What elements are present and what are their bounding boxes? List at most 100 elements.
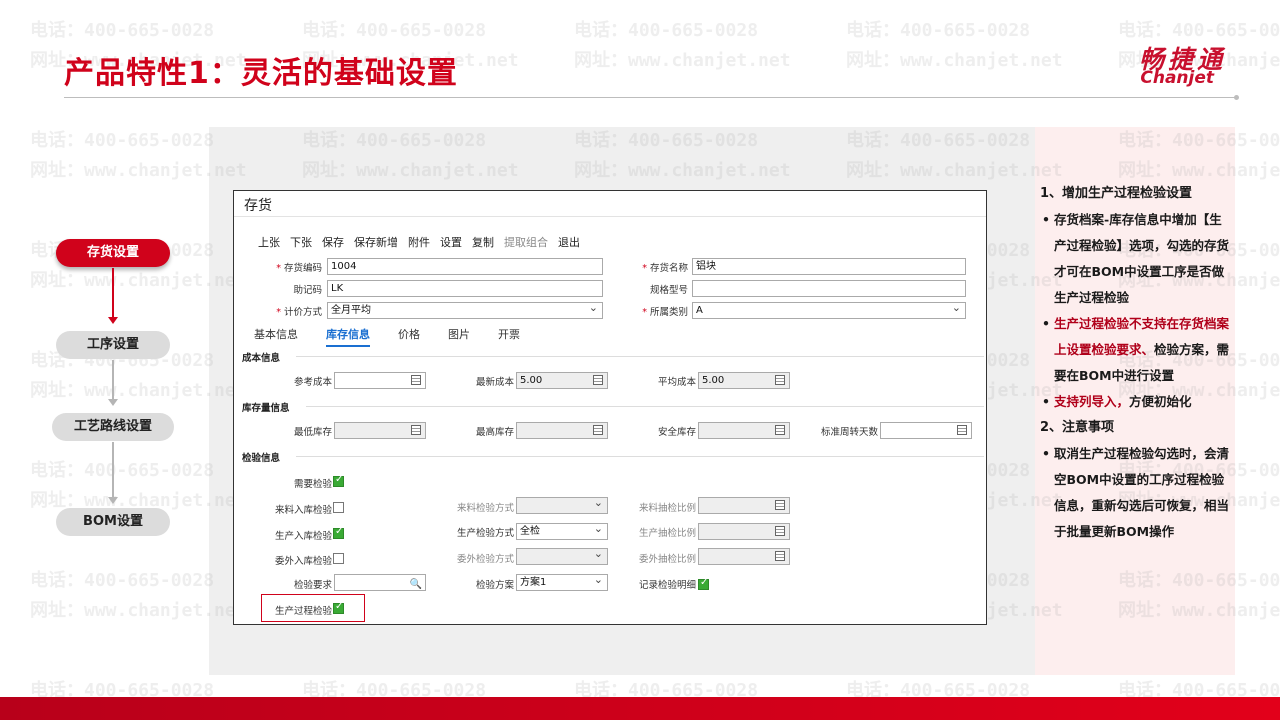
prev-button[interactable]: 上张: [258, 234, 280, 250]
note-bullet-3: 支持列导入，方便初始化: [1040, 389, 1230, 415]
calculator-icon: [775, 500, 785, 510]
mnemonic-label: 助记码: [293, 285, 322, 296]
calculator-icon: [593, 375, 603, 385]
tab-basic-info[interactable]: 基本信息: [254, 326, 298, 347]
tab-price[interactable]: 价格: [398, 326, 420, 347]
stock-section-title: 库存量信息: [242, 403, 290, 414]
toolbar: 上张 下张 保存 保存新增 附件 设置 复制 提取组合 退出: [258, 234, 580, 250]
extract-combo-button[interactable]: 提取组合: [504, 234, 548, 250]
inspection-section-title: 检验信息: [242, 453, 281, 464]
cost-section-title: 成本信息: [242, 353, 281, 364]
max-stock-label: 最高库存: [475, 427, 514, 438]
need-inspection-label: 需要检验: [293, 479, 332, 490]
process-inspection-checkbox[interactable]: [333, 601, 344, 614]
record-detail-label: 记录检验明细: [638, 580, 696, 591]
cost-method-select[interactable]: 全月平均: [327, 300, 603, 319]
code-label: 存货编码: [264, 260, 322, 274]
notes-panel: 1、增加生产过程检验设置 存货档案-库存信息中增加【生产过程检验】选项，勾选的存…: [1040, 181, 1230, 545]
tab-image[interactable]: 图片: [448, 326, 470, 347]
safe-stock-input: [698, 422, 790, 439]
search-icon[interactable]: 🔍: [410, 577, 422, 592]
incoming-ratio-label: 来料抽检比例: [638, 503, 696, 514]
inventory-window: 存货 上张 下张 保存 保存新增 附件 设置 复制 提取组合 退出 存货编码 1…: [233, 190, 987, 625]
calculator-icon: [411, 425, 421, 435]
mnemonic-input[interactable]: LK: [327, 280, 603, 297]
incoming-inspection-label: 来料入库检验: [274, 505, 332, 516]
calculator-icon: [775, 551, 785, 561]
outsource-inspection-label: 委外入库检验: [274, 556, 332, 567]
flow-arrow: [108, 360, 118, 406]
calculator-icon: [593, 425, 603, 435]
min-stock-input: [334, 422, 426, 439]
save-new-button[interactable]: 保存新增: [354, 234, 398, 250]
window-title-divider: [234, 216, 986, 217]
section-divider: [296, 356, 984, 357]
ref-cost-input[interactable]: [334, 372, 426, 389]
flow-step-inventory[interactable]: 存货设置: [56, 239, 170, 267]
flow-arrow: [108, 442, 118, 504]
outsource-inspection-checkbox[interactable]: [333, 553, 344, 564]
category-select[interactable]: A: [692, 300, 966, 319]
production-method-label: 生产检验方式: [456, 528, 514, 539]
production-method-select[interactable]: 全检: [516, 521, 608, 540]
flow-step-routing[interactable]: 工艺路线设置: [52, 413, 174, 441]
production-inspection-checkbox[interactable]: [333, 526, 344, 539]
calculator-icon[interactable]: [411, 375, 421, 385]
calculator-icon: [775, 375, 785, 385]
requirement-input[interactable]: 🔍: [334, 574, 426, 591]
note-bullet-3-rest: 方便初始化: [1129, 394, 1192, 409]
need-inspection-checkbox[interactable]: [333, 474, 344, 487]
flow-step-process[interactable]: 工序设置: [56, 331, 170, 359]
section-divider: [306, 406, 984, 407]
flow-step-bom[interactable]: BOM设置: [56, 508, 170, 536]
page-title: 产品特性1：灵活的基础设置: [64, 56, 458, 91]
footer-bar: [0, 697, 1280, 720]
category-label: 所属类别: [630, 304, 688, 318]
note-heading-1: 1、增加生产过程检验设置: [1040, 186, 1193, 201]
plan-label: 检验方案: [475, 580, 514, 591]
watermark: 电话：400-665-0028网址：www.chanjet.net: [574, 20, 791, 71]
exit-button[interactable]: 退出: [558, 234, 580, 250]
title-divider-dot: [1234, 95, 1239, 100]
cost-method-label: 计价方式: [264, 304, 322, 318]
note-bullet-1: 存货档案-库存信息中增加【生产过程检验】选项，勾选的存货才可在BOM中设置工序是…: [1040, 207, 1230, 311]
attachment-button[interactable]: 附件: [408, 234, 430, 250]
latest-cost-label: 最新成本: [475, 377, 514, 388]
latest-cost-input: 5.00: [516, 372, 608, 389]
window-title: 存货: [244, 198, 272, 214]
spec-label: 规格型号: [649, 285, 688, 296]
process-inspection-label: 生产过程检验: [274, 606, 332, 617]
incoming-inspection-checkbox[interactable]: [333, 502, 344, 513]
settings-button[interactable]: 设置: [440, 234, 462, 250]
name-input[interactable]: 铝块: [692, 258, 966, 275]
plan-select[interactable]: 方案1: [516, 572, 608, 591]
outsource-ratio-label: 委外抽检比例: [638, 554, 696, 565]
ref-cost-label: 参考成本: [293, 377, 332, 388]
latest-cost-value: 5.00: [520, 375, 543, 386]
turnover-days-input[interactable]: [880, 422, 972, 439]
avg-cost-value: 5.00: [702, 375, 725, 386]
note-bullet-4: 取消生产过程检验勾选时，会清空BOM中设置的工序过程检验信息，重新勾选后可恢复，…: [1040, 441, 1230, 545]
requirement-label: 检验要求: [293, 580, 332, 591]
code-input[interactable]: 1004: [327, 258, 603, 275]
record-detail-checkbox[interactable]: [698, 577, 709, 590]
name-label: 存货名称: [630, 260, 688, 274]
flow-arrow-red: [108, 268, 118, 324]
save-button[interactable]: 保存: [322, 234, 344, 250]
spec-input[interactable]: [692, 280, 966, 297]
logo-en-text: Chanjet: [1140, 68, 1214, 88]
copy-button[interactable]: 复制: [472, 234, 494, 250]
production-inspection-label: 生产入库检验: [274, 531, 332, 542]
tab-stock-info[interactable]: 库存信息: [326, 326, 370, 347]
safe-stock-label: 安全库存: [657, 427, 696, 438]
tab-invoice[interactable]: 开票: [498, 326, 520, 347]
outsource-method-select: [516, 546, 608, 565]
outsource-ratio-input: [698, 548, 790, 565]
min-stock-label: 最低库存: [293, 427, 332, 438]
note-bullet-3-highlight: 支持列导入，: [1054, 394, 1130, 409]
avg-cost-input: 5.00: [698, 372, 790, 389]
next-button[interactable]: 下张: [290, 234, 312, 250]
incoming-method-select: [516, 495, 608, 514]
production-ratio-label: 生产抽检比例: [638, 528, 696, 539]
calculator-icon[interactable]: [957, 425, 967, 435]
